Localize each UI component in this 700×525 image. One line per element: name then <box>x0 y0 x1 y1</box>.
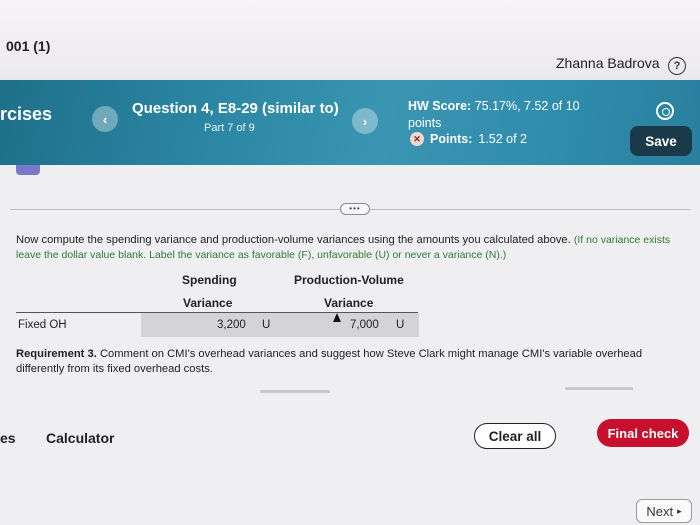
instructions-main: Now compute the spending variance and pr… <box>16 234 571 246</box>
production-volume-header: Production-Volume <box>294 273 404 287</box>
spending-label-select[interactable]: U <box>262 319 270 331</box>
mouse-cursor-icon <box>333 313 341 322</box>
points-label: Points: <box>430 132 473 146</box>
save-button[interactable]: Save <box>630 126 692 156</box>
row-label-fixed-oh: Fixed OH <box>18 319 67 331</box>
help-icon[interactable]: ? <box>668 57 686 75</box>
course-title: 001 (1) <box>6 38 51 54</box>
faded-divider <box>565 387 633 390</box>
next-button[interactable]: Next ▸ <box>636 499 692 523</box>
volume-amount-field[interactable]: 7,000 <box>350 319 379 331</box>
footer-left-fragment[interactable]: es <box>0 430 16 446</box>
hw-score-value: 75.17%, 7.52 of 10 <box>474 99 580 113</box>
chevron-right-icon: › <box>362 113 368 129</box>
clear-all-button[interactable]: Clear all <box>474 423 556 449</box>
spending-amount-field[interactable]: 3,200 <box>217 319 246 331</box>
gear-icon[interactable] <box>656 102 674 120</box>
expand-more-button[interactable]: ••• <box>340 203 370 215</box>
final-check-button[interactable]: Final check <box>597 419 689 447</box>
table-icon[interactable] <box>16 165 40 175</box>
requirement-3-text: Comment on CMI's overhead variances and … <box>16 348 643 375</box>
play-arrow-icon: ▸ <box>677 505 682 516</box>
calculator-link[interactable]: Calculator <box>46 430 114 446</box>
question-part: Part 7 of 9 <box>204 122 255 134</box>
hw-score: HW Score: 75.17%, 7.52 of 10 points <box>408 98 598 132</box>
spending-header: Spending <box>182 273 237 287</box>
volume-label-select[interactable]: U <box>396 319 404 331</box>
spending-subheader: Variance <box>183 296 233 310</box>
requirement-3: Requirement 3. Comment on CMI's overhead… <box>16 347 686 377</box>
hw-score-label: HW Score: <box>408 99 472 113</box>
hw-score-suffix: points <box>408 116 442 130</box>
production-volume-subheader: Variance <box>324 296 374 310</box>
partial-credit-icon: ✕ <box>410 132 424 146</box>
question-toolbar: rcises ‹ Question 4, E8-29 (similar to) … <box>0 80 700 165</box>
top-header: 001 (1) Zhanna Badrova ? <box>0 0 700 75</box>
instructions: Now compute the spending variance and pr… <box>16 233 688 263</box>
next-question-button[interactable]: › <box>352 108 378 134</box>
chevron-left-icon: ‹ <box>102 111 108 127</box>
section-label[interactable]: rcises <box>0 104 52 125</box>
user-name[interactable]: Zhanna Badrova <box>556 55 660 71</box>
requirement-3-label: Requirement 3. <box>16 348 97 360</box>
next-label: Next <box>646 503 674 519</box>
points-value: 1.52 of 2 <box>478 132 528 146</box>
question-content: ••• Now compute the spending variance an… <box>0 165 700 525</box>
faded-divider <box>260 390 330 393</box>
points-status: ✕ Points: 1.52 of 2 <box>410 132 527 146</box>
previous-question-button[interactable]: ‹ <box>92 106 118 132</box>
question-title: Question 4, E8-29 (similar to) <box>132 100 339 117</box>
